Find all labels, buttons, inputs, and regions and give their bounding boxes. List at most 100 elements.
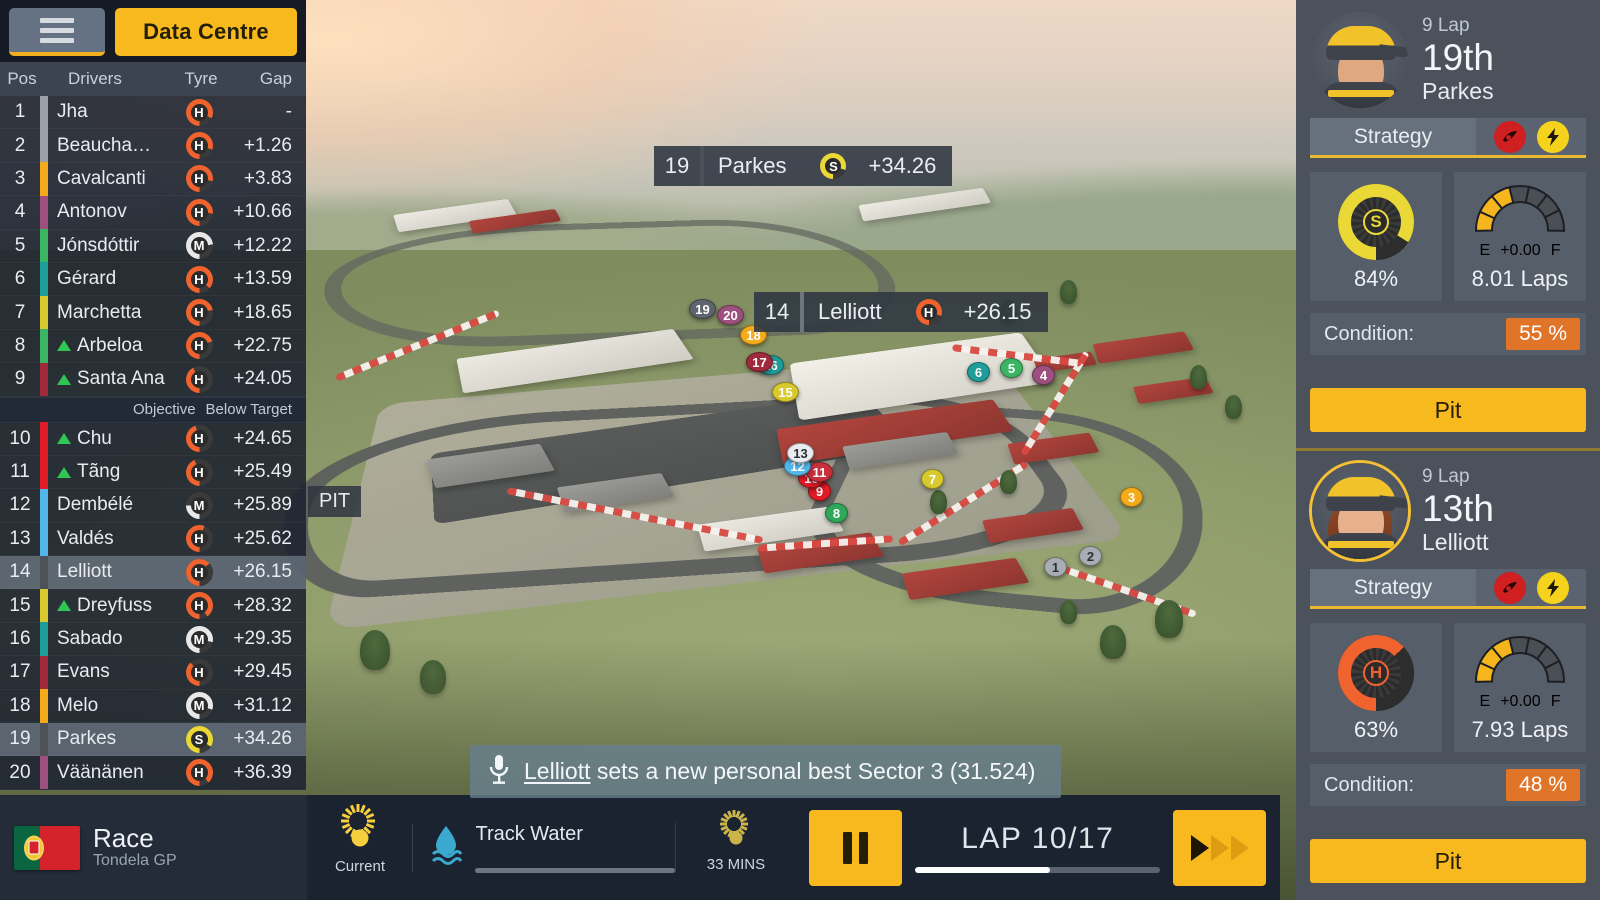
car-marker[interactable]: 4 xyxy=(1032,365,1055,385)
tyre-indicator: H xyxy=(185,198,213,226)
standings-row[interactable]: 14 Lelliott H +26.15 xyxy=(0,555,306,590)
strategy-button[interactable]: Strategy xyxy=(1310,118,1476,155)
standings-row[interactable]: 20 Väänänen H +36.39 xyxy=(0,755,306,790)
standings-row[interactable]: 15 Dreyfuss H +28.32 xyxy=(0,588,306,623)
driver-card: 9 Lap 19th Parkes Strategy S 84% E +0.00 F 8.01 L… xyxy=(1296,0,1600,448)
next-weather[interactable]: 33 MINS xyxy=(675,809,795,873)
pause-button[interactable] xyxy=(809,809,903,886)
hamburger-icon-line xyxy=(40,17,74,23)
pit-button[interactable]: Pit xyxy=(1310,388,1586,432)
data-centre-button[interactable]: Data Centre xyxy=(115,8,297,56)
strategy-icons xyxy=(1476,118,1586,155)
strategy-button[interactable]: Strategy xyxy=(1310,569,1476,606)
row-position: 7 xyxy=(14,301,26,323)
overtake-icon[interactable] xyxy=(1536,120,1569,153)
row-driver: Jónsdóttir xyxy=(48,235,172,257)
standings-row[interactable]: 12 Dembélé M +25.89 xyxy=(0,488,306,523)
standings-row[interactable]: 16 Sabado M +29.35 xyxy=(0,622,306,656)
row-driver: Väänänen xyxy=(48,762,172,784)
team-color-bar xyxy=(40,655,48,690)
tyre-wear-dial: S xyxy=(1338,184,1414,260)
driver-meta: 9 Lap 19th Parkes xyxy=(1422,15,1494,105)
avatar[interactable] xyxy=(1312,12,1408,108)
tyre-gauge: H 63% xyxy=(1310,623,1442,752)
standings-row[interactable]: 2 Beaucha… H +1.26 xyxy=(0,128,306,163)
track-driver-label[interactable]: 14 Lelliott H +26.15 xyxy=(754,292,1048,332)
driver-name: Antonov xyxy=(57,201,127,223)
standings-row[interactable]: 19 Parkes S +34.26 xyxy=(0,722,306,757)
standings-row[interactable]: 7 Marchetta H +18.65 xyxy=(0,295,306,330)
standings-row[interactable]: 17 Evans H +29.45 xyxy=(0,655,306,690)
car-marker[interactable]: 7 xyxy=(921,469,944,489)
standings-row[interactable]: 11 Tãng H +25.49 xyxy=(0,455,306,489)
row-driver: Evans xyxy=(48,661,172,683)
row-gap: +36.39 xyxy=(233,761,292,783)
driver-name: Jha xyxy=(57,101,88,123)
row-gap: +25.89 xyxy=(233,494,292,516)
row-gap: +24.65 xyxy=(233,427,292,449)
tyre-indicator: H xyxy=(185,299,213,327)
car-marker[interactable]: 20 xyxy=(717,305,744,325)
hamburger-menu-button[interactable] xyxy=(9,8,105,56)
row-position: 14 xyxy=(9,561,31,583)
notification-banner[interactable]: Lelliott sets a new personal best Sector… xyxy=(470,745,1062,798)
push-icon[interactable] xyxy=(1493,571,1526,604)
team-color-bar xyxy=(40,455,48,489)
overtake-icon[interactable] xyxy=(1536,571,1569,604)
tree xyxy=(1155,600,1183,638)
fast-forward-button[interactable] xyxy=(1173,809,1266,886)
car-marker[interactable]: 6 xyxy=(967,362,990,382)
team-color-bar xyxy=(40,229,48,263)
standings-row[interactable]: 5 Jónsdóttir M +12.22 xyxy=(0,229,306,263)
tyre-indicator: M xyxy=(185,625,213,653)
race-info[interactable]: Race Tondela GP xyxy=(0,795,308,900)
car-marker[interactable]: 15 xyxy=(772,382,799,402)
driver-name: Lelliott xyxy=(1422,528,1489,555)
car-marker[interactable]: 19 xyxy=(689,299,716,319)
driver-name: Väänänen xyxy=(57,761,144,783)
row-driver: Beaucha… xyxy=(48,135,172,157)
car-marker[interactable]: 5 xyxy=(1000,358,1023,378)
team-color-bar xyxy=(40,195,48,230)
strategy-bar: Strategy xyxy=(1310,118,1586,158)
push-icon[interactable] xyxy=(1493,120,1526,153)
standings-row[interactable]: 8 Arbeloa H +22.75 xyxy=(0,329,306,363)
standings-row[interactable]: 6 Gérard H +13.59 xyxy=(0,262,306,296)
position-gain-icon xyxy=(57,433,71,445)
row-position: 19 xyxy=(9,728,31,750)
car-marker[interactable]: 8 xyxy=(825,503,848,523)
track-driver-label[interactable]: 19 Parkes S +34.26 xyxy=(654,146,953,186)
avatar[interactable] xyxy=(1312,463,1408,559)
row-position: 2 xyxy=(14,134,26,156)
pit-button[interactable]: Pit xyxy=(1310,839,1586,883)
standings-row[interactable]: 10 Chu H +24.65 xyxy=(0,422,306,456)
row-gap: +25.49 xyxy=(233,461,292,483)
row-driver: Lelliott xyxy=(48,561,172,583)
car-marker[interactable]: 2 xyxy=(1079,546,1102,566)
tyre-indicator: M xyxy=(185,491,213,519)
standings-row[interactable]: 18 Melo M +31.12 xyxy=(0,689,306,723)
car-marker[interactable]: 1 xyxy=(1044,557,1067,577)
weather-info: Current Track Water 33 MINS xyxy=(307,795,795,900)
standings-row[interactable]: 13 Valdés H +25.62 xyxy=(0,522,306,556)
team-color-bar xyxy=(40,689,48,723)
driver-name: Chu xyxy=(77,427,112,449)
label-gap: +26.15 xyxy=(963,299,1032,324)
car-marker[interactable]: 3 xyxy=(1120,487,1143,507)
race-label: Race xyxy=(93,822,154,853)
tyre-indicator: H xyxy=(185,98,213,126)
label-tyre: S xyxy=(810,153,856,179)
standings-row[interactable]: 9 Santa Ana H +24.05 xyxy=(0,362,306,397)
row-driver: Dembélé xyxy=(48,494,172,516)
car-marker[interactable]: 17 xyxy=(746,352,773,372)
tree xyxy=(1060,280,1077,304)
row-gap: +1.26 xyxy=(243,134,292,156)
driver-name: Valdés xyxy=(57,527,114,549)
standings-row[interactable]: 1 Jha H - xyxy=(0,95,306,129)
current-weather[interactable]: Current xyxy=(307,804,412,875)
standings-panel: Data Centre Pos Drivers Tyre Gap 1 Jha H - 2… xyxy=(0,0,306,795)
standings-row[interactable]: 3 Cavalcanti H +3.83 xyxy=(0,162,306,196)
car-marker[interactable]: 13 xyxy=(787,443,814,463)
row-driver: Tãng xyxy=(48,461,172,483)
standings-row[interactable]: 4 Antonov H +10.66 xyxy=(0,195,306,230)
